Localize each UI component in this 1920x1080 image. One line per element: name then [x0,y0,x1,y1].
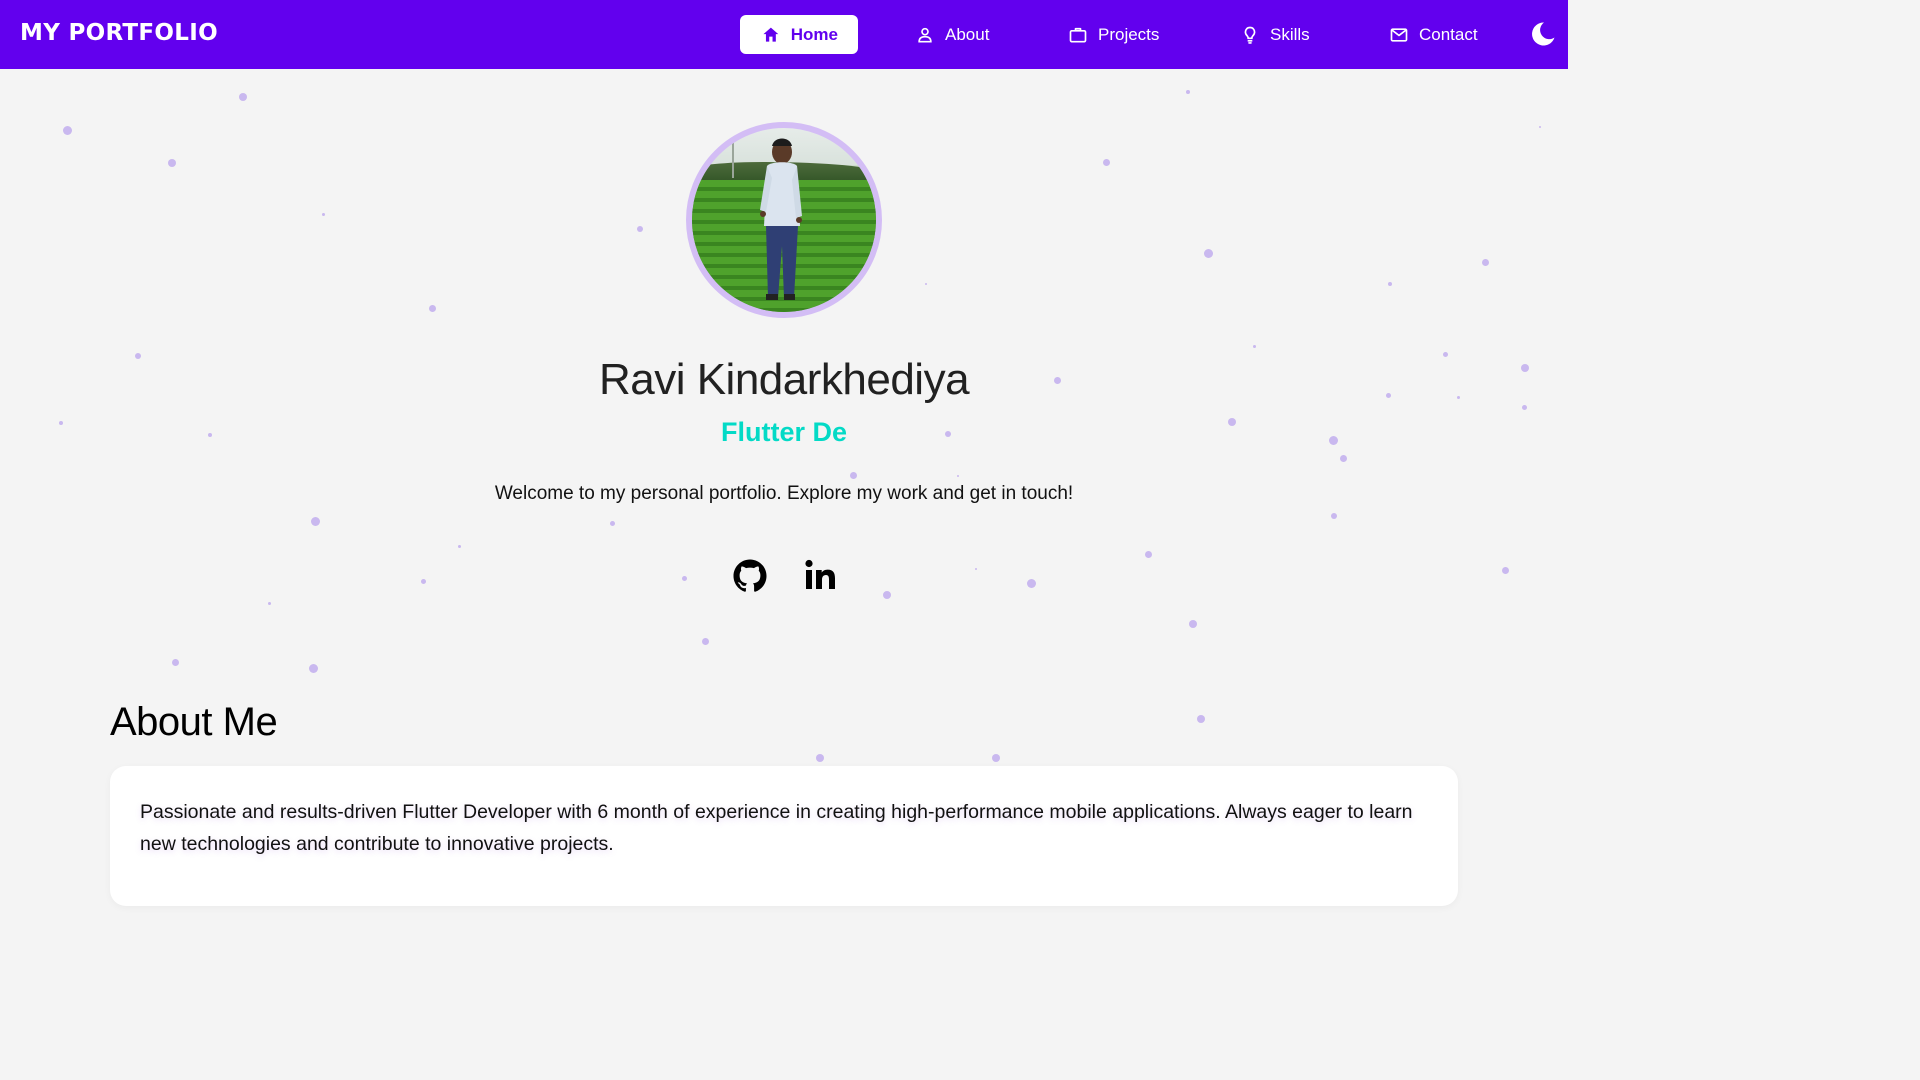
particle-dot [816,754,824,762]
linkedin-link[interactable] [801,556,841,596]
nav-item-home[interactable]: Home [740,15,858,54]
particle-dot [1203,248,1213,258]
user-icon [918,27,932,42]
particle-dot [1521,404,1527,410]
particle-dot [267,601,271,605]
particle-dot [609,520,615,526]
particle-dot [1539,126,1541,128]
lightbulb-icon [1244,26,1256,44]
particle-dot [1388,282,1392,286]
nav-item-projects[interactable]: Projects [1068,15,1159,54]
home-icon [763,27,779,42]
particle-dot [428,304,436,312]
particle-dot [420,578,426,584]
particle-dot [1331,513,1337,519]
particle-dot [681,575,687,581]
particle-dot [1197,715,1205,723]
particle-dot [1189,620,1197,628]
particle-dot [308,663,318,673]
linkedin-icon [805,559,835,589]
particle-dot [239,93,247,101]
particle-dot [1252,344,1256,348]
particle-dot [1501,566,1509,574]
about-card: Passionate and results-driven Flutter De… [110,766,1458,906]
nav-item-label: About [945,24,990,44]
particle-dot [883,591,891,599]
brand-logo[interactable]: MY PORTFOLIO [20,20,218,46]
hero-role: Flutter De [720,417,847,447]
mail-icon [1390,27,1408,42]
particle-dot [701,637,709,645]
github-icon [733,559,767,592]
nav-item-label: Home [790,24,838,44]
nav-item-label: Projects [1098,24,1160,44]
profile-avatar [686,122,882,318]
about-text: Passionate and results-driven Flutter De… [140,801,1413,855]
hero-name: Ravi Kindarkhediya [598,355,970,404]
particle-dot [975,568,977,570]
particle-dot [925,283,927,285]
particle-dot [1102,158,1110,166]
theme-toggle-button[interactable] [1530,21,1556,47]
github-link[interactable] [730,556,770,596]
particle-dot [310,516,320,526]
particle-dot [1481,258,1489,266]
particle-dot [1144,550,1152,558]
briefcase-icon [1069,27,1087,42]
particle-dot [1026,578,1036,588]
nav-item-contact[interactable]: Contact [1389,15,1478,54]
moon-icon [1532,22,1555,46]
navbar: MY PORTFOLIO Home About Projects Skills … [0,0,1568,69]
particle-dot [1186,90,1190,94]
particle-dot [321,212,325,216]
particle-dot [171,658,179,666]
particle-dot [168,159,176,167]
about-section-title: About Me [110,700,278,744]
particle-dot [849,471,857,479]
particle-dot [62,125,72,135]
particle-dot [637,226,643,232]
particle-dot [1339,454,1347,462]
nav-item-label: Contact [1419,24,1478,44]
particle-dot [992,754,1000,762]
particle-dot [957,475,959,477]
hero-welcome-text: Welcome to my personal portfolio. Explor… [494,483,1074,504]
nav-item-about[interactable]: About [915,15,989,54]
nav-item-skills[interactable]: Skills [1240,15,1310,54]
nav-item-label: Skills [1270,24,1310,44]
profile-photo [732,138,802,300]
particle-dot [457,544,461,548]
